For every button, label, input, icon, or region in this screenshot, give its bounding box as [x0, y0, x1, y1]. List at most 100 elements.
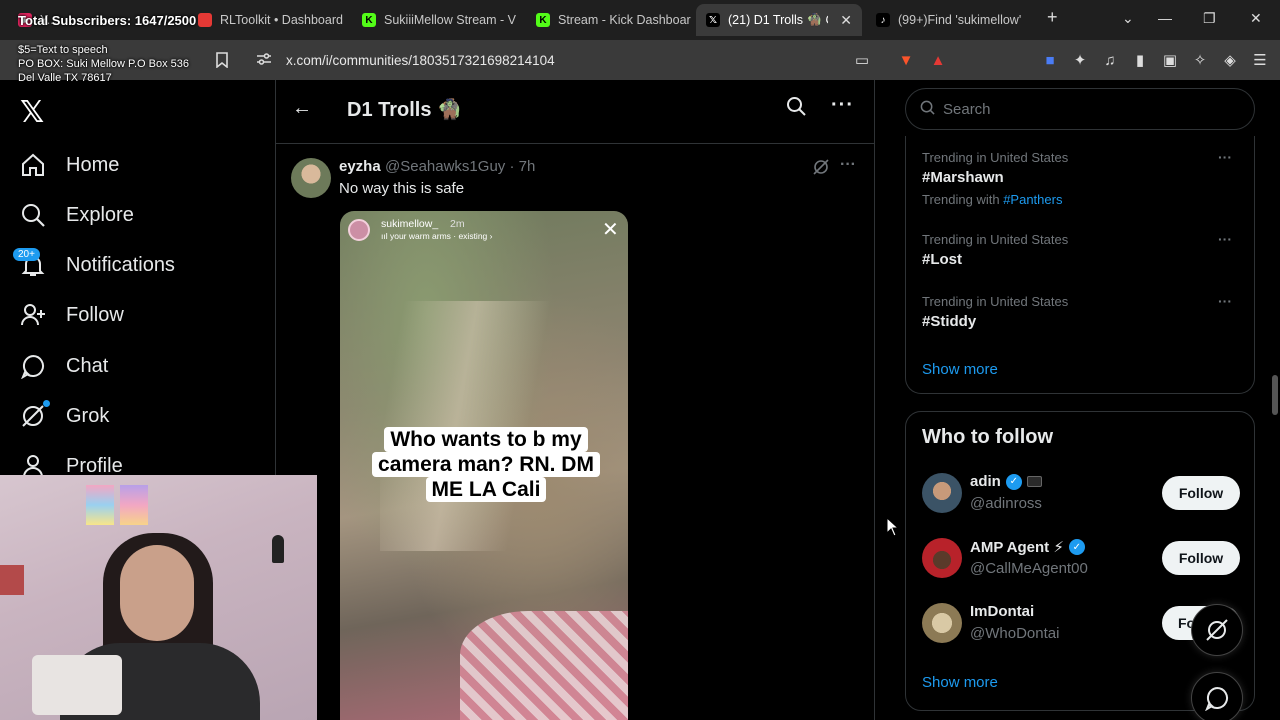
story-avatar — [348, 219, 370, 241]
follow-button[interactable]: Follow — [1162, 476, 1240, 510]
trend-tag-link[interactable]: #Panthers — [1003, 192, 1062, 207]
minimize-button[interactable]: — — [1158, 10, 1172, 26]
search-icon — [20, 202, 46, 228]
webcam-cup — [32, 655, 122, 715]
show-more-link[interactable]: Show more — [922, 674, 998, 691]
nav-follow[interactable]: Follow — [20, 302, 124, 328]
suggested-user-name[interactable]: ImDontai — [970, 603, 1034, 620]
url-text: x.com/i/communities/1803517321698214104 — [286, 52, 555, 68]
mouse-cursor-icon — [886, 517, 900, 537]
more-icon[interactable]: ··· — [1218, 293, 1232, 309]
trend-meta: Trending in United States — [922, 294, 1069, 309]
suggested-user-name[interactable]: adin ✓ — [970, 473, 1042, 490]
sidebar-icon[interactable]: ▮ — [1130, 50, 1150, 70]
affiliate-badge-icon — [1026, 476, 1042, 487]
more-icon[interactable]: ··· — [840, 156, 856, 174]
verified-badge-icon: ✓ — [1005, 473, 1022, 490]
post-media[interactable]: sukimellow_ 2m ııl your warm arms · exis… — [340, 211, 628, 720]
brave-rewards-icon[interactable]: ▲ — [928, 50, 948, 70]
new-tab-button[interactable]: + — [1047, 7, 1058, 28]
trend-name: #Marshawn — [922, 169, 1004, 186]
suggested-user-handle: @CallMeAgent00 — [970, 560, 1088, 577]
search-icon[interactable] — [786, 96, 806, 121]
music-icon[interactable]: ♫ — [1100, 50, 1120, 70]
webcam-overlay — [0, 475, 317, 720]
leo-ai-icon[interactable]: ✧ — [1190, 50, 1210, 70]
more-icon[interactable]: ··· — [831, 94, 854, 117]
grok-icon — [1206, 619, 1228, 641]
nav-label: Explore — [66, 203, 134, 226]
nav-label: Chat — [66, 354, 109, 377]
browser-tab[interactable]: RLToolkit • Dashboard — [188, 4, 352, 36]
avatar[interactable] — [922, 473, 962, 513]
x-logo-icon[interactable]: 𝕏 — [20, 95, 44, 130]
grok-icon — [20, 403, 46, 429]
extension-icon[interactable]: ■ — [1040, 50, 1060, 70]
main-column: ← D1 Trolls 🧌 ··· eyzha @Seahawks1Guy · … — [276, 80, 874, 720]
restore-button[interactable]: ❐ — [1203, 10, 1216, 27]
avatar[interactable] — [922, 538, 962, 578]
nav-notifications[interactable]: Notifications — [20, 252, 175, 278]
browser-tab[interactable]: ♪ (99+)Find 'sukimellow' — [866, 4, 1036, 36]
site-info-icon[interactable] — [256, 52, 272, 69]
avatar[interactable] — [922, 603, 962, 643]
puzzle-icon[interactable]: ✦ — [1070, 50, 1090, 70]
page-title: D1 Trolls 🧌 — [347, 99, 462, 121]
nav-grok[interactable]: Grok — [20, 403, 109, 429]
suggested-user-name[interactable]: AMP Agent ⚡ ✓ — [970, 538, 1085, 556]
chat-fab-button[interactable] — [1191, 672, 1243, 720]
nav-label: Home — [66, 153, 120, 176]
bookmark-icon[interactable] — [212, 50, 232, 70]
wallet-icon[interactable]: ▣ — [1160, 50, 1180, 70]
show-more-link[interactable]: Show more — [922, 361, 998, 378]
brave-shield-icon[interactable]: ▼ — [896, 50, 916, 70]
trend-name: #Stiddy — [922, 313, 977, 330]
back-arrow-icon[interactable]: ← — [292, 97, 312, 120]
close-window-button[interactable]: ✕ — [1250, 10, 1262, 27]
vpn-icon[interactable]: ◈ — [1220, 50, 1240, 70]
more-icon[interactable]: ··· — [1218, 231, 1232, 247]
tiktok-icon: ♪ — [876, 13, 890, 27]
grok-icon[interactable] — [812, 158, 830, 181]
grok-indicator-dot — [43, 400, 50, 407]
who-to-follow-title: Who to follow — [922, 426, 1054, 448]
avatar[interactable] — [291, 158, 331, 198]
browser-tab[interactable]: K Stream - Kick Dashboar — [526, 4, 696, 36]
suggested-user-handle: @WhoDontai — [970, 625, 1060, 642]
tab-search-chevron-icon[interactable]: ⌄ — [1122, 10, 1134, 27]
browser-tab-active[interactable]: 𝕏 (21) D1 Trolls 🧌 C ✕ — [696, 4, 862, 36]
search-input[interactable]: Search — [905, 88, 1255, 130]
tab-label: (21) D1 Trolls 🧌 C — [728, 12, 828, 27]
close-icon: ✕ — [602, 219, 619, 241]
nav-explore[interactable]: Explore — [20, 202, 134, 228]
rltoolkit-icon — [198, 13, 212, 27]
grok-fab-button[interactable] — [1191, 604, 1243, 656]
browser-tab[interactable]: K SukiiiMellow Stream - V — [352, 4, 524, 36]
tts-info: $5=Text to speech PO BOX: Suki Mellow P.… — [18, 44, 189, 84]
follow-button[interactable]: Follow — [1162, 541, 1240, 575]
community-header: ← D1 Trolls 🧌 ··· — [276, 80, 874, 144]
search-icon — [920, 100, 935, 119]
story-time: 2m — [450, 218, 465, 230]
scrollbar-thumb[interactable] — [1272, 375, 1278, 415]
media-blur — [380, 301, 580, 551]
nav-home[interactable]: Home — [20, 152, 119, 178]
more-icon[interactable]: ··· — [1218, 149, 1232, 165]
kick-icon: K — [362, 13, 376, 27]
address-bar: x.com/i/communities/1803517321698214104 … — [0, 40, 1280, 80]
trend-with: Trending with #Panthers — [922, 192, 1063, 207]
chat-icon — [20, 353, 46, 379]
scrollbar[interactable] — [1270, 80, 1280, 720]
post-author-name[interactable]: eyzha — [339, 158, 381, 175]
post-author-handle[interactable]: @Seahawks1Guy · 7h — [385, 158, 535, 175]
suggested-user-handle: @adinross — [970, 495, 1042, 512]
trend-meta: Trending in United States — [922, 150, 1069, 165]
close-tab-icon[interactable]: ✕ — [840, 12, 852, 29]
trend-name: #Lost — [922, 251, 963, 268]
cast-icon[interactable]: ▭ — [852, 50, 872, 70]
menu-icon[interactable]: ☰ — [1250, 50, 1270, 70]
nav-chat[interactable]: Chat — [20, 353, 108, 379]
media-blanket — [460, 611, 628, 720]
kick-icon: K — [536, 13, 550, 27]
follow-icon — [20, 302, 46, 328]
